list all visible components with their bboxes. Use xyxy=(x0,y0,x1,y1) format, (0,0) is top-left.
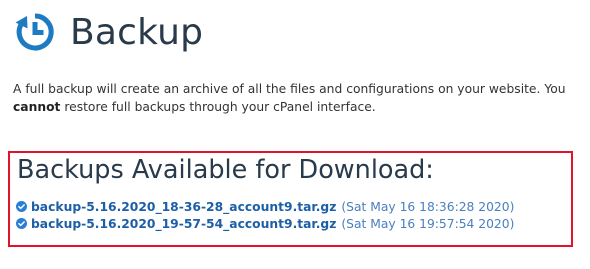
backup-description: A full backup will create an archive of … xyxy=(13,80,590,116)
description-line-2-rest: restore full backups through your cPanel… xyxy=(60,100,376,114)
description-line-1: A full backup will create an archive of … xyxy=(13,82,566,96)
backup-download-link[interactable]: backup-5.16.2020_18-36-28_account9.tar.g… xyxy=(31,200,336,214)
backup-list: backup-5.16.2020_18-36-28_account9.tar.g… xyxy=(16,198,514,232)
section-heading: Backups Available for Download: xyxy=(17,155,434,185)
backup-clock-icon xyxy=(15,13,54,51)
description-line-2: cannot restore full backups through your… xyxy=(13,98,590,116)
backup-date: (Sat May 16 18:36:28 2020) xyxy=(341,199,515,214)
backups-available-section: Backups Available for Download: backup-5… xyxy=(8,151,573,247)
page-title: Backup xyxy=(70,11,204,53)
check-circle-icon xyxy=(16,201,27,212)
page-header: Backup xyxy=(12,4,203,60)
description-emphasis: cannot xyxy=(13,100,61,114)
check-circle-icon xyxy=(16,218,27,229)
backup-download-link[interactable]: backup-5.16.2020_19-57-54_account9.tar.g… xyxy=(31,217,336,231)
backup-list-item: backup-5.16.2020_18-36-28_account9.tar.g… xyxy=(16,198,514,215)
backup-list-item: backup-5.16.2020_19-57-54_account9.tar.g… xyxy=(16,215,514,232)
backup-date: (Sat May 16 19:57:54 2020) xyxy=(341,216,515,231)
